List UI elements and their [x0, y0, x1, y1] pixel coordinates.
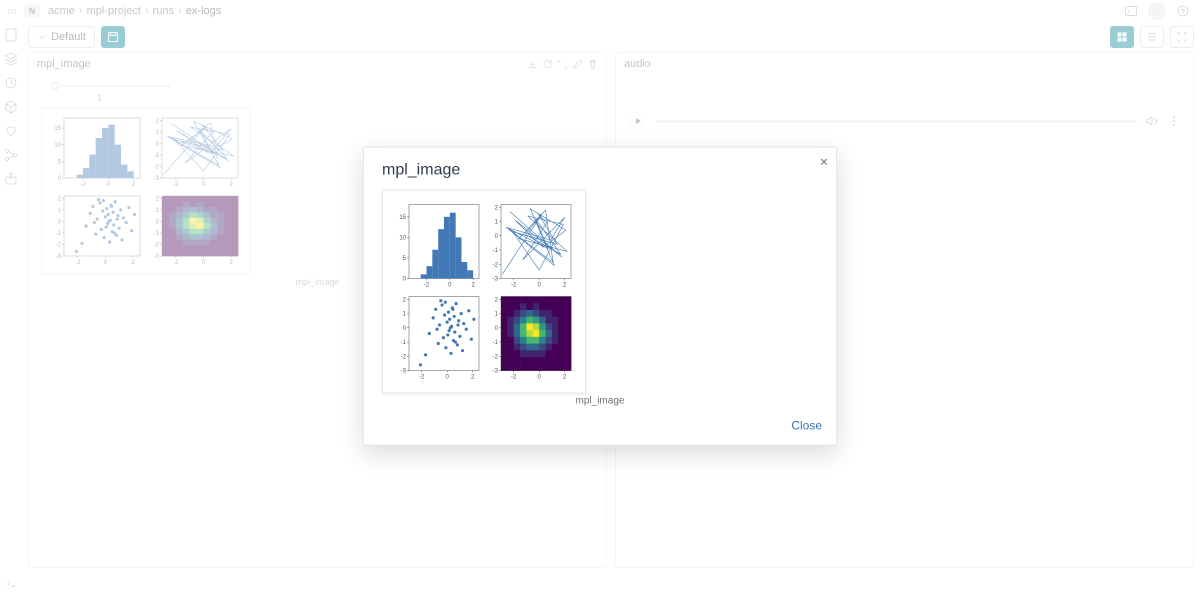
svg-text:0: 0 [538, 283, 542, 289]
svg-text:0: 0 [448, 283, 452, 289]
svg-text:5: 5 [403, 256, 407, 262]
chart-card[interactable]: -202051015-202-3-2-1012-202-3-2-1012-202… [382, 190, 586, 394]
svg-text:1: 1 [403, 312, 407, 318]
svg-text:15: 15 [399, 215, 406, 221]
svg-text:-2: -2 [511, 375, 517, 381]
svg-text:0: 0 [495, 234, 499, 240]
svg-text:0: 0 [403, 326, 407, 332]
modal-caption: mpl_image [382, 396, 818, 407]
svg-text:2: 2 [495, 297, 499, 303]
svg-text:1: 1 [495, 220, 499, 226]
svg-text:0: 0 [495, 326, 499, 332]
svg-text:-2: -2 [511, 283, 517, 289]
svg-text:10: 10 [399, 235, 406, 241]
svg-text:2: 2 [403, 297, 407, 303]
svg-text:2: 2 [563, 283, 567, 289]
svg-text:-3: -3 [493, 369, 499, 375]
svg-text:-1: -1 [401, 340, 407, 346]
svg-text:2: 2 [563, 375, 567, 381]
svg-text:2: 2 [471, 283, 475, 289]
svg-text:-2: -2 [493, 354, 499, 360]
close-icon[interactable]: × [820, 154, 828, 170]
svg-text:-2: -2 [493, 262, 499, 268]
svg-text:-3: -3 [401, 369, 407, 375]
svg-text:-2: -2 [419, 375, 425, 381]
image-modal: mpl_image × -202051015-202-3-2-1012-202-… [363, 147, 837, 446]
svg-text:-1: -1 [493, 248, 499, 254]
svg-text:1: 1 [495, 312, 499, 318]
modal-title: mpl_image [382, 162, 818, 180]
svg-text:0: 0 [403, 277, 407, 283]
svg-text:2: 2 [495, 205, 499, 211]
svg-text:0: 0 [446, 375, 450, 381]
close-button[interactable]: Close [791, 419, 822, 433]
svg-text:0: 0 [538, 375, 542, 381]
svg-text:-2: -2 [424, 283, 430, 289]
svg-text:2: 2 [471, 375, 475, 381]
svg-text:-3: -3 [493, 277, 499, 283]
svg-text:-2: -2 [401, 354, 407, 360]
quad-chart: -202051015-202-3-2-1012-202-3-2-1012-202… [391, 199, 577, 385]
svg-text:-1: -1 [493, 340, 499, 346]
